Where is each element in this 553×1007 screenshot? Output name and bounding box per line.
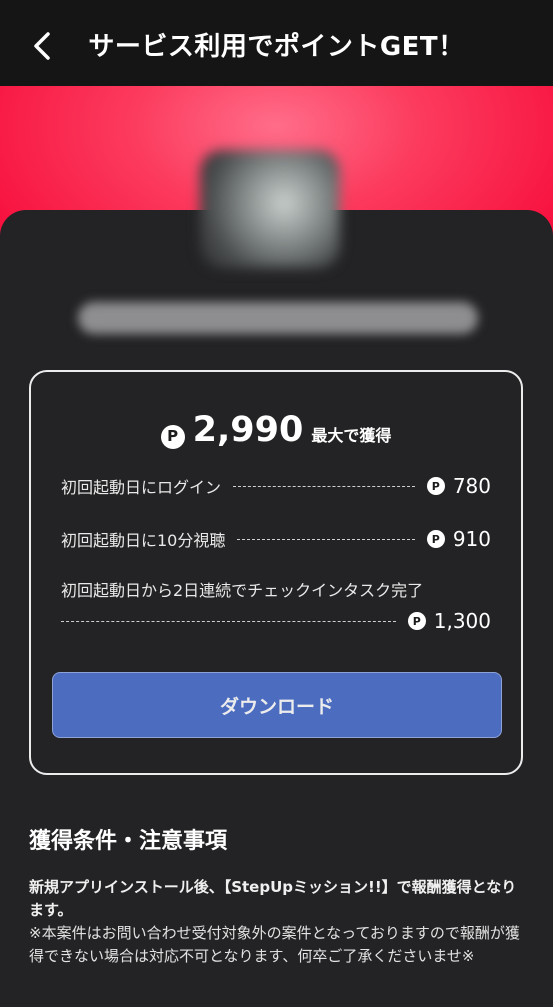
reward-card: P 2,990 最大で獲得 初回起動日にログイン P 780 初回起動日に10分… [29, 370, 523, 775]
notes-disclaimer: ※本案件はお問い合わせ受付対象外の案件となっておりますので報酬が獲得できない場合… [29, 924, 520, 965]
download-button[interactable]: ダウンロード [52, 672, 502, 738]
total-points: 2,990 [192, 410, 304, 450]
dotted-leader [61, 620, 396, 622]
point-coin-icon: P [426, 477, 445, 495]
reward-total: P 2,990 最大で獲得 [31, 410, 521, 450]
notes-heading: 獲得条件・注意事項 [29, 829, 228, 854]
reward-row-label: 初回起動日にログイン [61, 478, 222, 497]
reward-row: P 1,300 [61, 609, 491, 633]
app-header: サービス利用でポイントGET！ [0, 0, 553, 86]
notes-bold-text: 新規アプリインストール後、【StepUpミッション!!】で報酬獲得となります。 [29, 878, 517, 919]
total-points-label: 最大で獲得 [311, 426, 392, 445]
point-coin-icon: P [426, 530, 445, 548]
dotted-leader [237, 538, 415, 540]
reward-row-label: 初回起動日に10分視聴 [61, 531, 226, 550]
reward-row-points: 910 [452, 527, 491, 551]
reward-row-points: 780 [452, 474, 491, 498]
point-coin-icon: P [160, 424, 185, 449]
notes-body: 新規アプリインストール後、【StepUpミッション!!】で報酬獲得となります。 … [29, 876, 529, 968]
reward-row: 初回起動日にログイン P 780 [61, 474, 491, 498]
page-title: サービス利用でポイントGET！ [88, 32, 465, 62]
app-name-blurred [78, 302, 478, 334]
reward-row-label: 初回起動日から2日連続でチェックインタスク完了 [61, 581, 424, 600]
reward-row-points: 1,300 [433, 609, 491, 633]
point-coin-icon: P [407, 612, 426, 630]
reward-row: 初回起動日に10分視聴 P 910 [61, 527, 491, 551]
app-icon [200, 150, 340, 268]
dotted-leader [233, 485, 415, 487]
